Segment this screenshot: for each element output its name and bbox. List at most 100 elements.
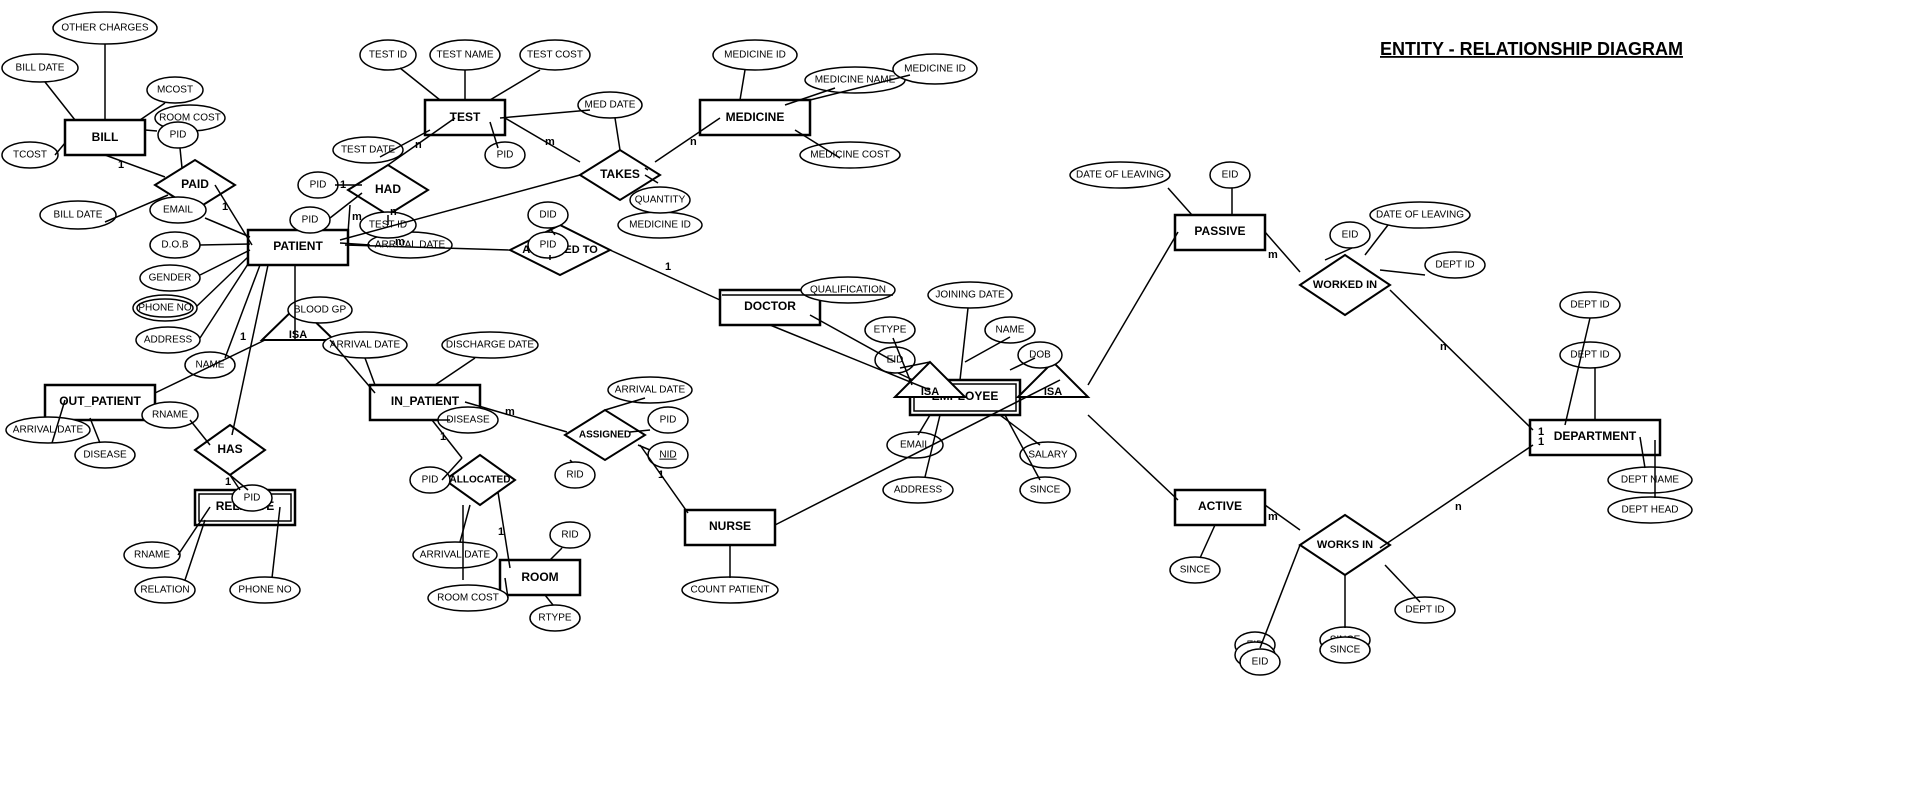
attr-phone-label: PHONE NO <box>138 303 192 314</box>
svg-text:n: n <box>415 139 422 151</box>
attr-address-employee-label: ADDRESS <box>894 485 943 496</box>
attr-dept-name-label: DEPT NAME <box>1621 475 1679 486</box>
attr-rid-room-label: RID <box>561 530 578 541</box>
attr-tcost-label: TCOST <box>13 150 47 161</box>
svg-text:n: n <box>1455 501 1462 513</box>
entity-medicine-label: MEDICINE <box>726 110 785 124</box>
entity-active-label: ACTIVE <box>1198 499 1242 513</box>
svg-text:1: 1 <box>658 469 664 481</box>
attr-mcost-label: MCOST <box>157 85 193 96</box>
attr-test-name-label: TEST NAME <box>436 50 493 61</box>
attr-test-date-label: TEST DATE <box>341 145 395 156</box>
attr-pid-had-label: PID <box>310 180 327 191</box>
relation-has-label: HAS <box>217 442 242 456</box>
isa-patient-label: ISA <box>289 329 307 341</box>
svg-text:1: 1 <box>498 526 504 538</box>
svg-text:1: 1 <box>240 331 246 343</box>
attr-discharge-date-label: DISCHARGE DATE <box>446 340 534 351</box>
svg-text:n: n <box>390 206 397 218</box>
relation-takes-label: TAKES <box>600 167 640 181</box>
attr-disease-inpatient-label: DISEASE <box>446 415 490 426</box>
entity-in-patient-label: IN_PATIENT <box>391 394 460 408</box>
svg-text:m: m <box>1268 511 1278 523</box>
attr-email-patient-label: EMAIL <box>163 205 193 216</box>
entity-room-label: ROOM <box>521 570 558 584</box>
attr-arrival-date-allocated-label: ARRIVAL DATE <box>420 550 491 561</box>
attr-arrival-date-assigned-label: ARRIVAL DATE <box>615 385 686 396</box>
entity-out-patient-label: OUT_PATIENT <box>59 394 141 408</box>
attr-blood-gp-label: BLOOD GP <box>294 305 347 316</box>
attr-dept-id-dept-label: DEPT ID <box>1570 350 1609 361</box>
attr-test-cost-label: TEST COST <box>527 50 583 61</box>
attr-eid-passive-label: EID <box>1222 170 1239 181</box>
attr-medicine-cost-label: MEDICINE COST <box>810 150 889 161</box>
relation-paid-label: PAID <box>181 177 209 191</box>
svg-text:1: 1 <box>340 179 346 191</box>
relation-assigned-label: ASSIGNED <box>579 430 631 441</box>
attr-arrival-date-inpatient-label: ARRIVAL DATE <box>330 340 401 351</box>
relation-works-in-label: WORKS IN <box>1317 539 1373 551</box>
entity-patient-label: PATIENT <box>273 239 323 253</box>
attr-medicine-id-takes-label: MEDICINE ID <box>629 220 691 231</box>
entity-department-label: DEPARTMENT <box>1554 429 1637 443</box>
entity-passive-label: PASSIVE <box>1194 224 1245 238</box>
attr-count-patient-label: COUNT PATIENT <box>691 585 770 596</box>
svg-text:m: m <box>505 406 515 418</box>
diagram-title: ENTITY - RELATIONSHIP DIAGRAM <box>1380 39 1683 59</box>
attr-rname-has-label: RNAME <box>152 410 188 421</box>
attr-nid-label: NID <box>659 450 676 461</box>
attr-did-label: DID <box>539 210 556 221</box>
attr-med-date-label: MED DATE <box>585 100 636 111</box>
attr-qualification-label: QUALIFICATION <box>810 285 886 296</box>
attr-date-leaving-passive-label: DATE OF LEAVING <box>1076 170 1164 181</box>
svg-text:1: 1 <box>222 201 228 213</box>
attr-dept-id-works-label: DEPT ID <box>1405 605 1444 616</box>
attr-pid-assigned-label: PID <box>540 240 557 251</box>
attr-dob-patient-label: D.O.B <box>161 240 189 251</box>
svg-text:1: 1 <box>118 159 124 171</box>
attr-dept-head-label: DEPT HEAD <box>1621 505 1678 516</box>
attr-pid-assigned2-label: PID <box>660 415 677 426</box>
er-diagram-svg: ENTITY - RELATIONSHIP DIAGRAM BILL PAID … <box>0 0 1914 802</box>
relation-had-label: HAD <box>375 182 401 196</box>
entity-doctor-label: DOCTOR <box>744 299 796 313</box>
entity-bill-label: BILL <box>92 130 119 144</box>
svg-text:1: 1 <box>225 476 231 488</box>
attr-rname-relative-label: RNAME <box>134 550 170 561</box>
attr-salary-label: SALARY <box>1028 450 1068 461</box>
attr-date-leaving-worked-label: DATE OF LEAVING <box>1376 210 1464 221</box>
svg-text:1: 1 <box>440 431 446 443</box>
attr-medicine-id-right-label: MEDICINE ID <box>904 64 966 75</box>
attr-joining-date-label: JOINING DATE <box>935 290 1005 301</box>
attr-medicine-name-label: MEDICINE NAME <box>815 75 896 86</box>
attr-medicine-id-top-label: MEDICINE ID <box>724 50 786 61</box>
attr-eid-works-bottom-label: EID <box>1252 657 1269 668</box>
attr-test-id-label: TEST ID <box>369 50 407 61</box>
attr-pid-test-label: PID <box>497 150 514 161</box>
attr-pid-paid-label: PID <box>170 130 187 141</box>
attr-bill-date-bottom-label: BILL DATE <box>54 210 103 221</box>
attr-name-employee-label: NAME <box>996 325 1025 336</box>
svg-text:m: m <box>545 136 555 148</box>
entity-nurse-label: NURSE <box>709 519 751 533</box>
attr-room-cost-bill-label: ROOM COST <box>159 113 221 124</box>
relation-allocated-label: ALLOCATED <box>450 475 511 486</box>
attr-relation-label: RELATION <box>140 585 189 596</box>
attr-dept-id-worked2-label: DEPT ID <box>1570 300 1609 311</box>
attr-eid-worked-label: EID <box>1342 230 1359 241</box>
svg-text:m: m <box>1268 249 1278 261</box>
attr-rid-assigned-label: RID <box>566 470 583 481</box>
isa-employee-right-label: ISA <box>1044 386 1062 398</box>
svg-text:m: m <box>352 211 362 223</box>
svg-text:m: m <box>395 236 405 248</box>
attr-pid-allocated-label: PID <box>422 475 439 486</box>
attr-pid-had2-label: PID <box>302 215 319 226</box>
attr-gender-patient-label: GENDER <box>149 273 192 284</box>
entity-test-label: TEST <box>450 110 481 124</box>
attr-rtype-label: RTYPE <box>538 613 571 624</box>
attr-pid-has-label: PID <box>244 493 261 504</box>
attr-since-active-label: SINCE <box>1180 565 1211 576</box>
attr-since-works-bottom-label: SINCE <box>1330 645 1361 656</box>
attr-etype-label: ETYPE <box>874 325 907 336</box>
attr-arrival-date-patient-label: ARRIVAL DATE <box>375 240 446 251</box>
